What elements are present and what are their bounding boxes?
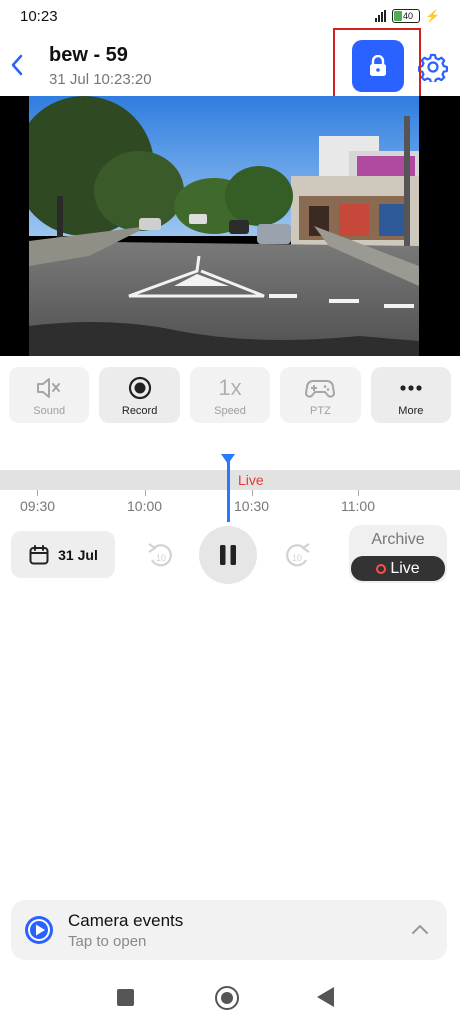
pause-icon <box>220 545 236 565</box>
ptz-label: PTZ <box>310 405 331 417</box>
street-scene <box>29 96 419 356</box>
back-triangle-icon[interactable] <box>317 987 334 1007</box>
system-nav-bar <box>0 975 460 1025</box>
date-label: 31 Jul <box>58 546 98 563</box>
record-label: Record <box>121 405 158 417</box>
timeline-tick <box>145 490 146 496</box>
status-icons: 40 ⚡ <box>375 9 440 23</box>
skip-forward-seconds: 10 <box>292 553 302 563</box>
more-icon <box>398 373 424 403</box>
status-time: 10:23 <box>20 8 58 25</box>
archive-mode-option[interactable]: Archive <box>349 531 447 549</box>
replay-10-icon: 10 <box>148 543 172 567</box>
sound-button[interactable]: Sound <box>9 367 90 423</box>
charging-icon: ⚡ <box>425 9 440 23</box>
record-icon <box>127 373 153 403</box>
live-dot-icon <box>376 563 387 574</box>
play-circle-icon <box>25 916 53 944</box>
speed-icon: 1x <box>218 373 241 403</box>
timeline-tick-label: 10:30 <box>234 498 270 514</box>
timeline-track[interactable] <box>0 470 460 490</box>
timeline-cursor[interactable] <box>227 460 230 522</box>
camera-title: bew - 59 <box>49 44 128 66</box>
timeline-tick-label: 11:00 <box>341 498 375 514</box>
signal-icon <box>375 10 387 22</box>
pause-button[interactable] <box>199 526 257 584</box>
app-screen: 10:23 40 ⚡ bew - 59 31 Jul 10:23:20 Soun… <box>0 0 460 1025</box>
battery-fill <box>394 11 403 21</box>
battery-level: 40 <box>403 11 414 21</box>
timeline-tick-label: 10:00 <box>127 498 163 514</box>
timeline-tick <box>37 490 38 496</box>
timeline-cursor-handle[interactable] <box>221 454 235 464</box>
player-controls: Sound Record 1x Speed PTZ More <box>9 367 452 423</box>
live-mode-label: Live <box>390 559 420 577</box>
skip-back-seconds: 10 <box>156 553 166 563</box>
sound-muted-icon <box>34 373 64 403</box>
speed-value: 1x <box>218 375 242 400</box>
gear-icon <box>418 53 448 84</box>
camera-events-panel[interactable]: Camera events Tap to open <box>11 900 447 960</box>
gamepad-icon <box>305 373 336 403</box>
video-player[interactable] <box>0 96 460 356</box>
forward-10-icon: 10 <box>286 543 310 567</box>
timeline-tick <box>252 490 253 496</box>
date-picker-button[interactable]: 31 Jul <box>11 531 115 578</box>
calendar-icon <box>29 544 49 564</box>
chevron-left-icon <box>11 54 23 76</box>
back-button[interactable] <box>6 50 28 80</box>
more-button[interactable]: More <box>370 367 452 423</box>
recents-icon[interactable] <box>117 989 134 1006</box>
speed-button[interactable]: 1x Speed <box>189 367 271 423</box>
settings-button[interactable] <box>418 52 448 84</box>
live-mode-option[interactable]: Live <box>351 556 445 581</box>
camera-events-title: Camera events <box>68 911 184 930</box>
speed-label: Speed <box>214 405 246 417</box>
chevron-up-icon[interactable] <box>411 922 429 936</box>
skip-back-button[interactable]: 10 <box>145 538 177 572</box>
record-button[interactable]: Record <box>99 367 180 423</box>
more-label: More <box>398 405 424 417</box>
home-icon[interactable] <box>215 986 239 1010</box>
timeline[interactable]: Live 09:30 10:00 10:30 11:00 <box>0 452 460 522</box>
camera-timestamp: 31 Jul 10:23:20 <box>49 71 152 88</box>
sound-label: Sound <box>33 405 66 417</box>
timeline-tick <box>358 490 359 496</box>
battery-icon: 40 <box>392 9 421 23</box>
timeline-tick-label: 09:30 <box>20 498 56 514</box>
timeline-live-label: Live <box>238 472 264 488</box>
skip-forward-button[interactable]: 10 <box>281 538 313 572</box>
ptz-button[interactable]: PTZ <box>280 367 361 423</box>
archive-live-toggle: Archive Live <box>349 525 447 583</box>
camera-events-subtitle: Tap to open <box>68 933 147 950</box>
camera-feed-image <box>29 96 419 356</box>
